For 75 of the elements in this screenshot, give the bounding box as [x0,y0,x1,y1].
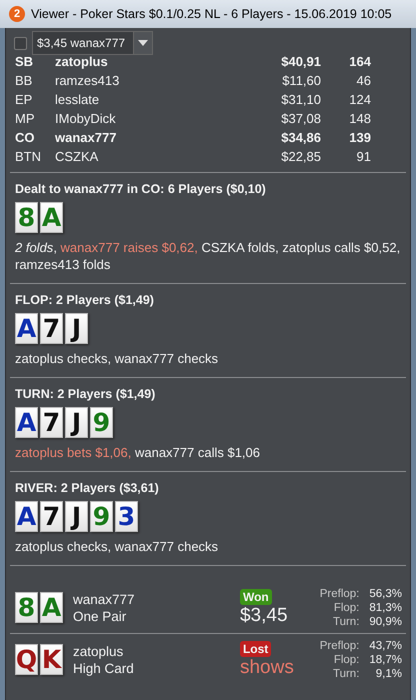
player-name: zatoplus [55,53,109,71]
player-stack: $11,60 [281,72,321,90]
result-amount: shows [240,656,294,678]
playing-card: J [65,501,88,532]
hand-rank: High Card [73,660,135,676]
equity-label: Flop: [332,600,360,614]
action-text: zatoplus checks, wanax777 checks [15,350,220,367]
player-stack: $40,91 [280,53,321,71]
equity-label: Preflop: [320,638,360,652]
player-name: zatoplus [73,642,124,660]
street-heading: Dealt to wanax777 in CO: 6 Players ($0,10) [15,182,267,196]
player-position: SB [15,53,34,71]
action-text: zatoplus bets $1,06, wanax777 calls $1,06 [15,444,262,461]
result-badge: Lost [240,640,272,656]
equity-label: Turn: [332,666,360,680]
big-blinds-count: 164 [348,53,371,71]
playing-card: A [15,407,38,438]
action-text: 2 folds, wanax777 raises $0,62, CSZKA folds, zatoplus calls $0,52, ramzes413 folds [15,239,401,273]
caret-icon [138,40,148,46]
player-position: BTN [15,148,42,166]
player-stack: $37,08 [280,110,321,128]
player-position: BB [15,72,34,90]
equity-value: 81,3% [369,600,402,614]
hand-rank: One Pair [73,608,128,624]
big-blinds-count: 46 [356,72,371,90]
player-name: wanax777 [73,590,136,608]
player-stack: $34,86 [280,129,321,147]
player-position: EP [15,91,34,109]
playing-card: Q [15,644,38,675]
player-name: lesslate [55,91,100,109]
equity-value: 9,1% [374,666,402,680]
playing-card: 7 [40,501,63,532]
playing-card: K [40,644,63,675]
playing-card: 7 [40,407,63,438]
playing-card: 8 [15,202,38,233]
action-text: zatoplus checks, wanax777 checks [15,538,220,555]
player-position: CO [15,129,36,147]
result-amount: $3,45 [240,604,288,626]
player-stack: $31,10 [280,91,321,109]
hand-dropdown[interactable]: $3,45 wanax777 [32,31,153,55]
equity-label: Turn: [332,614,360,628]
playing-card: A [15,501,38,532]
result-badge: Won [240,588,272,604]
big-blinds-count: 139 [348,129,371,147]
street-heading: TURN: 2 Players ($1,49) [15,387,156,401]
player-stack: $22,85 [280,148,321,166]
street-heading: FLOP: 2 Players ($1,49) [15,293,155,307]
playing-card: J [65,407,88,438]
playing-card: 3 [115,501,138,532]
equity-label: Flop: [332,652,360,666]
window-title: Viewer - Poker Stars $0.1/0.25 NL - 6 Players - 15.06.2019 10:05 [31,7,392,21]
player-name: wanax777 [55,129,118,147]
player-name: ramzes413 [55,72,120,90]
playing-card: 9 [90,407,113,438]
app-icon: 2 [9,6,25,22]
big-blinds-count: 148 [348,110,371,128]
equity-label: Preflop: [320,586,360,600]
playing-card: A [15,313,38,344]
equity-value: 90,9% [369,614,402,628]
player-name: IMobyDick [55,110,117,128]
playing-card: 7 [40,313,63,344]
playing-card: J [65,313,88,344]
street-heading: RIVER: 2 Players ($3,61) [15,481,160,495]
checkbox[interactable] [14,36,27,50]
big-blinds-count: 124 [348,91,371,109]
player-position: MP [15,110,36,128]
equity-value: 18,7% [369,652,402,666]
equity-value: 43,7% [369,638,402,652]
big-blinds-count: 91 [356,148,371,166]
playing-card: 8 [15,592,38,623]
playing-card: A [40,592,63,623]
equity-value: 56,3% [369,586,402,600]
player-name: CSZKA [55,148,100,166]
playing-card: A [40,202,63,233]
playing-card: 9 [90,501,113,532]
